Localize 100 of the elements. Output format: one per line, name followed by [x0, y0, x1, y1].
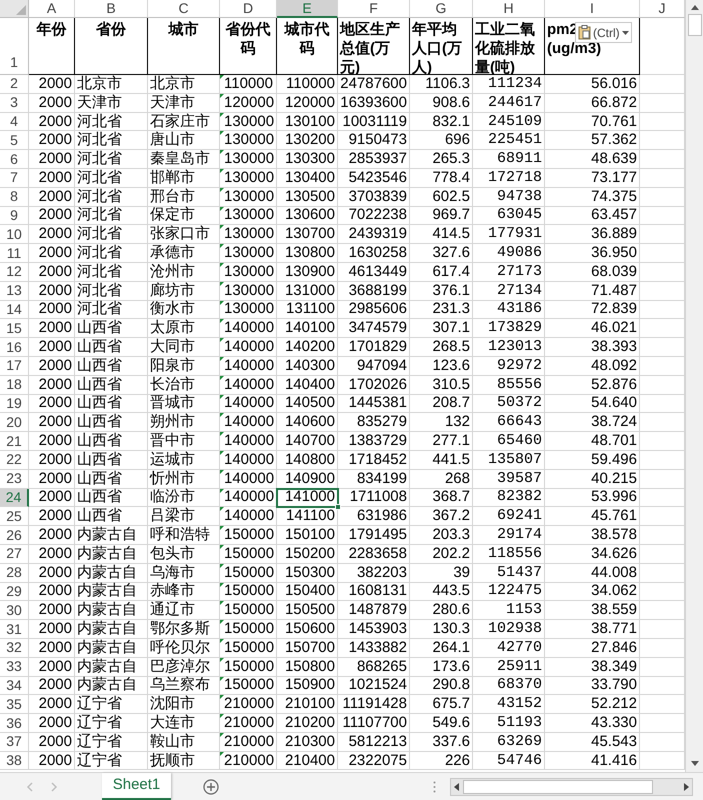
- table-cell: 河北省: [77, 300, 122, 318]
- corner-triangle-icon: [220, 582, 224, 587]
- table-cell: 130000: [224, 131, 274, 150]
- sheet-tab[interactable]: Sheet1: [102, 772, 171, 800]
- row-number[interactable]: 18: [0, 376, 29, 395]
- table-cell: 150000: [224, 526, 274, 544]
- row-number[interactable]: 26: [0, 526, 29, 545]
- table-cell: 11107700: [342, 714, 407, 732]
- row-number[interactable]: 6: [0, 150, 29, 169]
- row-number[interactable]: 10: [0, 225, 29, 244]
- select-all-icon[interactable]: [16, 5, 26, 15]
- corner-triangle-icon: [220, 488, 224, 493]
- table-cell: 7022238: [348, 206, 407, 224]
- vertical-scrollbar[interactable]: [685, 0, 703, 772]
- table-cell: 277.1: [432, 432, 470, 450]
- corner-triangle-icon: [220, 601, 224, 606]
- table-cell: 675.7: [432, 695, 470, 714]
- table-cell: 778.4: [432, 168, 470, 187]
- table-cell: 70.761: [591, 112, 637, 130]
- row-number[interactable]: 30: [0, 601, 29, 620]
- table-cell: 367.2: [432, 507, 470, 526]
- row-number[interactable]: 22: [0, 450, 29, 470]
- column-header[interactable]: J: [640, 0, 685, 18]
- splitter-icon[interactable]: [433, 780, 436, 792]
- row-number[interactable]: 23: [0, 470, 29, 489]
- table-cell: 2985606: [348, 300, 407, 318]
- row-number[interactable]: 15: [0, 319, 29, 338]
- row-number[interactable]: 12: [0, 262, 29, 282]
- table-cell: 山西省: [77, 356, 122, 375]
- row-number[interactable]: 32: [0, 638, 29, 658]
- row-number[interactable]: 28: [0, 564, 29, 583]
- column-header[interactable]: A: [29, 0, 75, 18]
- table-cell: 45.761: [591, 507, 637, 526]
- table-cell: 244617: [488, 94, 542, 112]
- add-sheet-icon[interactable]: [203, 778, 219, 794]
- next-sheet-icon[interactable]: [50, 782, 58, 792]
- row-number[interactable]: 21: [0, 432, 29, 451]
- row-number[interactable]: 16: [0, 338, 29, 357]
- previous-sheet-icon[interactable]: [26, 782, 34, 792]
- column-header[interactable]: E: [277, 0, 338, 18]
- row-number[interactable]: 19: [0, 394, 29, 414]
- column-header[interactable]: H: [473, 0, 545, 18]
- selected-cell[interactable]: 141000: [277, 488, 338, 508]
- row-number[interactable]: 7: [0, 168, 29, 188]
- scroll-thumb[interactable]: [463, 780, 653, 794]
- corner-triangle-icon: [220, 620, 224, 624]
- table-cell: 2000: [38, 94, 72, 112]
- row-number[interactable]: 27: [0, 544, 29, 564]
- table-cell: 1608131: [348, 582, 407, 600]
- row-number[interactable]: 9: [0, 206, 29, 226]
- horizontal-scrollbar[interactable]: [450, 778, 693, 796]
- column-header[interactable]: C: [148, 0, 220, 18]
- row-number[interactable]: 38: [0, 752, 29, 770]
- table-cell: 63045: [496, 206, 542, 224]
- row-number[interactable]: 5: [0, 131, 29, 150]
- paste-options-button[interactable]: (Ctrl): [575, 22, 632, 43]
- row-number[interactable]: 4: [0, 112, 29, 132]
- column-header[interactable]: B: [75, 0, 148, 18]
- row-number[interactable]: 20: [0, 413, 29, 432]
- table-cell: 68.039: [591, 262, 637, 281]
- row-number[interactable]: 34: [0, 676, 29, 696]
- table-cell: 210000: [224, 714, 274, 732]
- table-cell: 130600: [284, 206, 335, 224]
- column-header[interactable]: D: [220, 0, 277, 18]
- row-number[interactable]: 17: [0, 356, 29, 376]
- row-number[interactable]: 29: [0, 582, 29, 602]
- table-cell: 150000: [224, 564, 274, 582]
- row-number[interactable]: 11: [0, 244, 29, 263]
- column-header[interactable]: F: [338, 0, 410, 18]
- row-number[interactable]: 25: [0, 507, 29, 526]
- row-number[interactable]: 1: [10, 52, 18, 73]
- table-cell: 66.872: [591, 94, 637, 112]
- scroll-up-icon[interactable]: [690, 3, 700, 11]
- table-cell: 27173: [496, 262, 542, 281]
- table-cell: 327.6: [432, 244, 470, 262]
- table-cell: 38.559: [591, 601, 637, 620]
- row-number[interactable]: 8: [0, 188, 29, 207]
- table-cell: 2000: [38, 413, 72, 432]
- row-number[interactable]: 35: [0, 695, 29, 714]
- column-title: 省份代码: [224, 20, 272, 58]
- table-cell: 265.3: [432, 150, 470, 168]
- table-cell: 140000: [224, 319, 274, 338]
- table-cell: 山西省: [77, 432, 122, 450]
- row-number[interactable]: 33: [0, 658, 29, 676]
- row-number[interactable]: 2: [0, 75, 29, 94]
- table-cell: 141100: [286, 507, 335, 526]
- fill-handle[interactable]: [335, 504, 341, 510]
- row-number[interactable]: 13: [0, 282, 29, 301]
- column-header[interactable]: G: [410, 0, 473, 18]
- row-number[interactable]: 24: [0, 488, 29, 508]
- scroll-down-icon[interactable]: [690, 760, 700, 768]
- row-number[interactable]: 37: [0, 732, 29, 752]
- row-number[interactable]: 36: [0, 714, 29, 733]
- table-cell: 102938: [488, 620, 542, 638]
- row-number[interactable]: 14: [0, 300, 29, 320]
- table-cell: 1701829: [348, 338, 407, 356]
- column-header[interactable]: I: [545, 0, 640, 18]
- row-number[interactable]: 3: [0, 94, 29, 113]
- scroll-thumb[interactable]: [688, 14, 702, 36]
- row-number[interactable]: 31: [0, 620, 29, 639]
